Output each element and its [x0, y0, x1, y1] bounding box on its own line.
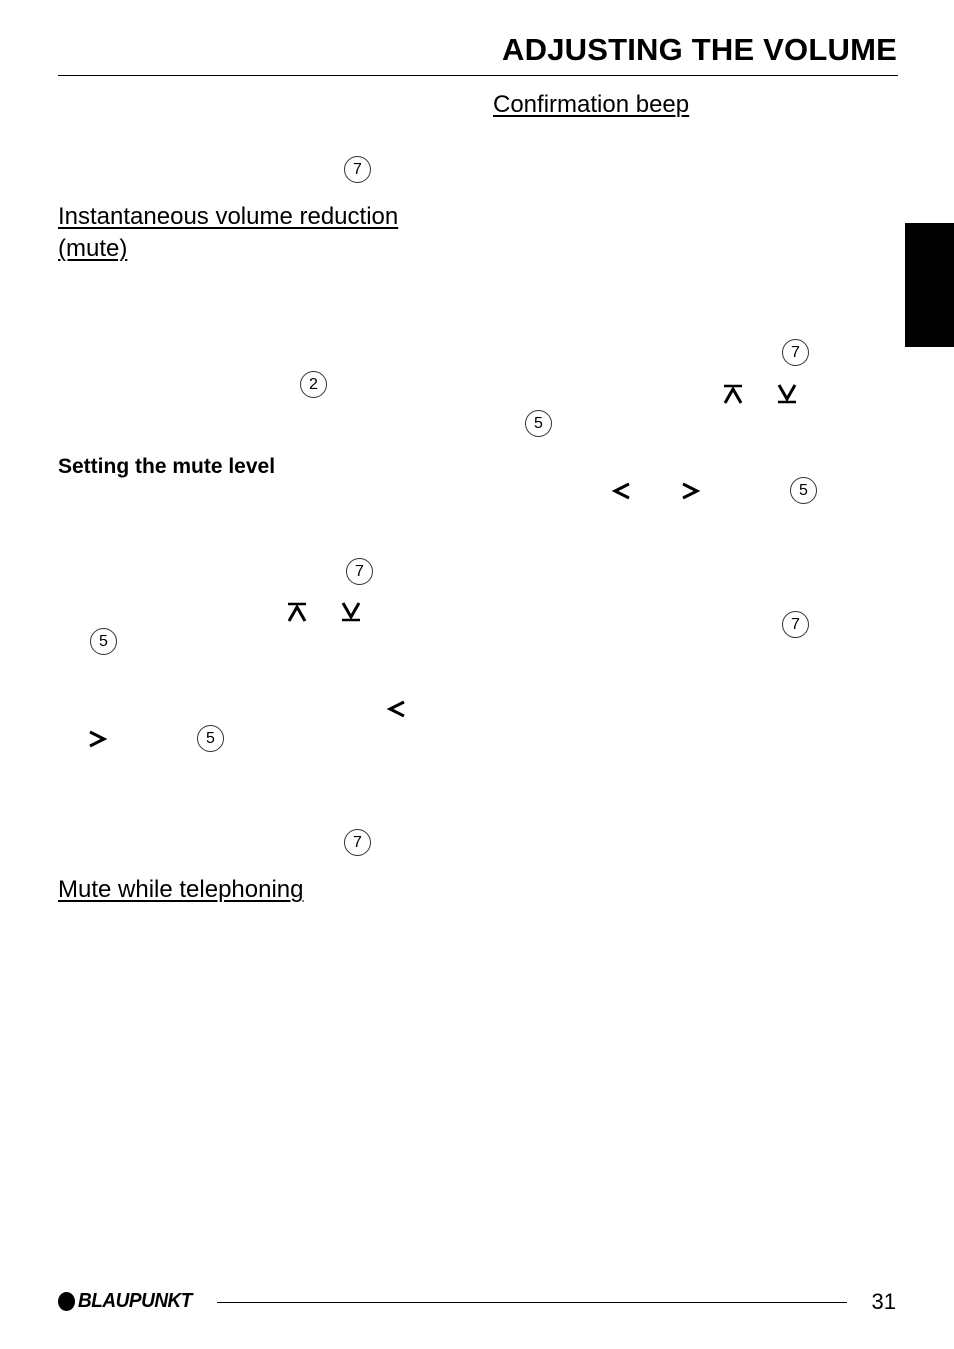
left-arrow-key-icon: [386, 698, 408, 720]
section-title-mute-line2: (mute): [58, 235, 128, 262]
section-title-confirmation-beep: Confirmation beep: [493, 91, 690, 118]
section-title-phone-mute: Mute while telephoning: [58, 876, 304, 903]
down-arrow-key-icon: [776, 383, 798, 405]
right-arrow-key-icon: [679, 480, 701, 502]
page-title: ADJUSTING THE VOLUME: [502, 32, 897, 67]
key-reference-5: 5: [790, 477, 817, 504]
key-reference-7: 7: [344, 829, 371, 856]
section-title-mute: Instantaneous volume reduction: [58, 203, 399, 230]
up-arrow-key-icon: [286, 601, 308, 623]
key-reference-7: 7: [344, 156, 371, 183]
key-reference-2: 2: [300, 371, 327, 398]
key-reference-5: 5: [197, 725, 224, 752]
page-number: 31: [871, 1289, 896, 1314]
subsection-title-mute-level: Setting the mute level: [58, 455, 276, 478]
key-reference-7: 7: [346, 558, 373, 585]
key-reference-7: 7: [782, 611, 809, 638]
right-arrow-key-icon: [86, 728, 108, 750]
chapter-tab-marker: [905, 223, 954, 347]
header-divider: [58, 75, 898, 76]
left-arrow-key-icon: [611, 480, 633, 502]
key-reference-7: 7: [782, 339, 809, 366]
logo-dot-icon: [58, 1292, 75, 1311]
key-reference-5: 5: [90, 628, 117, 655]
up-arrow-key-icon: [722, 383, 744, 405]
brand-name: BLAUPUNKT: [78, 1290, 192, 1312]
brand-logo: BLAUPUNKT: [58, 1290, 198, 1313]
footer-divider: [217, 1302, 847, 1303]
key-reference-5: 5: [525, 410, 552, 437]
down-arrow-key-icon: [340, 601, 362, 623]
